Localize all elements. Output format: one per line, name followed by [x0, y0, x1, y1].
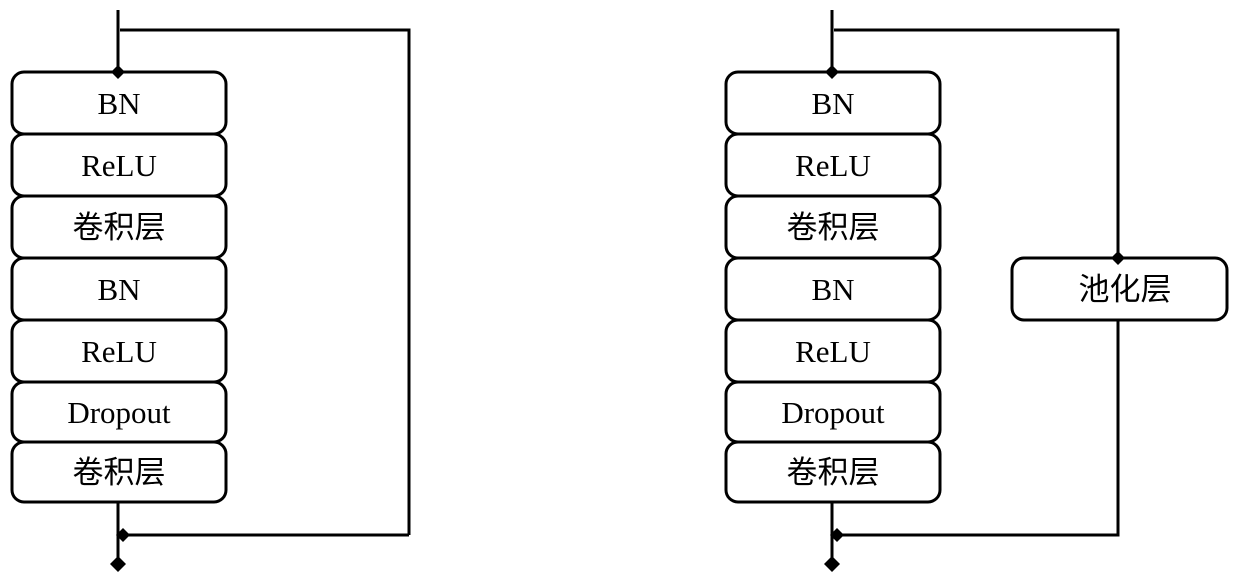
layer-label: Dropout — [781, 395, 885, 430]
layer-label: ReLU — [81, 334, 157, 369]
layer-box: BN — [10, 70, 228, 136]
layer-label: BN — [97, 86, 140, 121]
output-arrow-icon — [110, 556, 126, 572]
layer-box: BN — [724, 256, 942, 322]
layer-label: 卷积层 — [73, 455, 166, 490]
layer-box: ReLU — [10, 132, 228, 198]
layer-box: BN — [10, 256, 228, 322]
layer-box: Dropout — [724, 380, 942, 444]
layer-label: 卷积层 — [787, 210, 880, 245]
output-arrow-icon — [824, 556, 840, 572]
layer-label: ReLU — [795, 148, 871, 183]
layer-box: ReLU — [724, 318, 942, 384]
layer-label: BN — [97, 272, 140, 307]
layer-label: BN — [811, 86, 854, 121]
layer-label: BN — [811, 272, 854, 307]
layer-box: 卷积层 — [10, 194, 228, 260]
layer-box: ReLU — [724, 132, 942, 198]
layer-box: 卷积层 — [10, 440, 228, 504]
right-residual-block: BNReLU卷积层BNReLUDropout卷积层池化层 — [724, 10, 1229, 572]
layer-label: Dropout — [67, 395, 171, 430]
pooling-layer-box: 池化层 — [1010, 256, 1229, 322]
layer-box: BN — [724, 70, 942, 136]
residual-blocks-diagram: BN ReLU 卷积层 BN ReLU Dropout 卷积层 BN ReLU 卷积层 BN ReL… — [10, 10, 1229, 572]
layer-box: Dropout — [10, 380, 228, 444]
layer-label: ReLU — [795, 334, 871, 369]
left-residual-block: BN ReLU 卷积层 BN ReLU Dropout 卷积层 — [10, 10, 411, 572]
layer-box: 卷积层 — [724, 194, 942, 260]
pooling-layer-label: 池化层 — [1079, 272, 1172, 307]
layer-box: ReLU — [10, 318, 228, 384]
layer-label: ReLU — [81, 148, 157, 183]
layer-label: 卷积层 — [73, 210, 166, 245]
layer-box: 卷积层 — [724, 440, 942, 504]
layer-label: 卷积层 — [787, 455, 880, 490]
